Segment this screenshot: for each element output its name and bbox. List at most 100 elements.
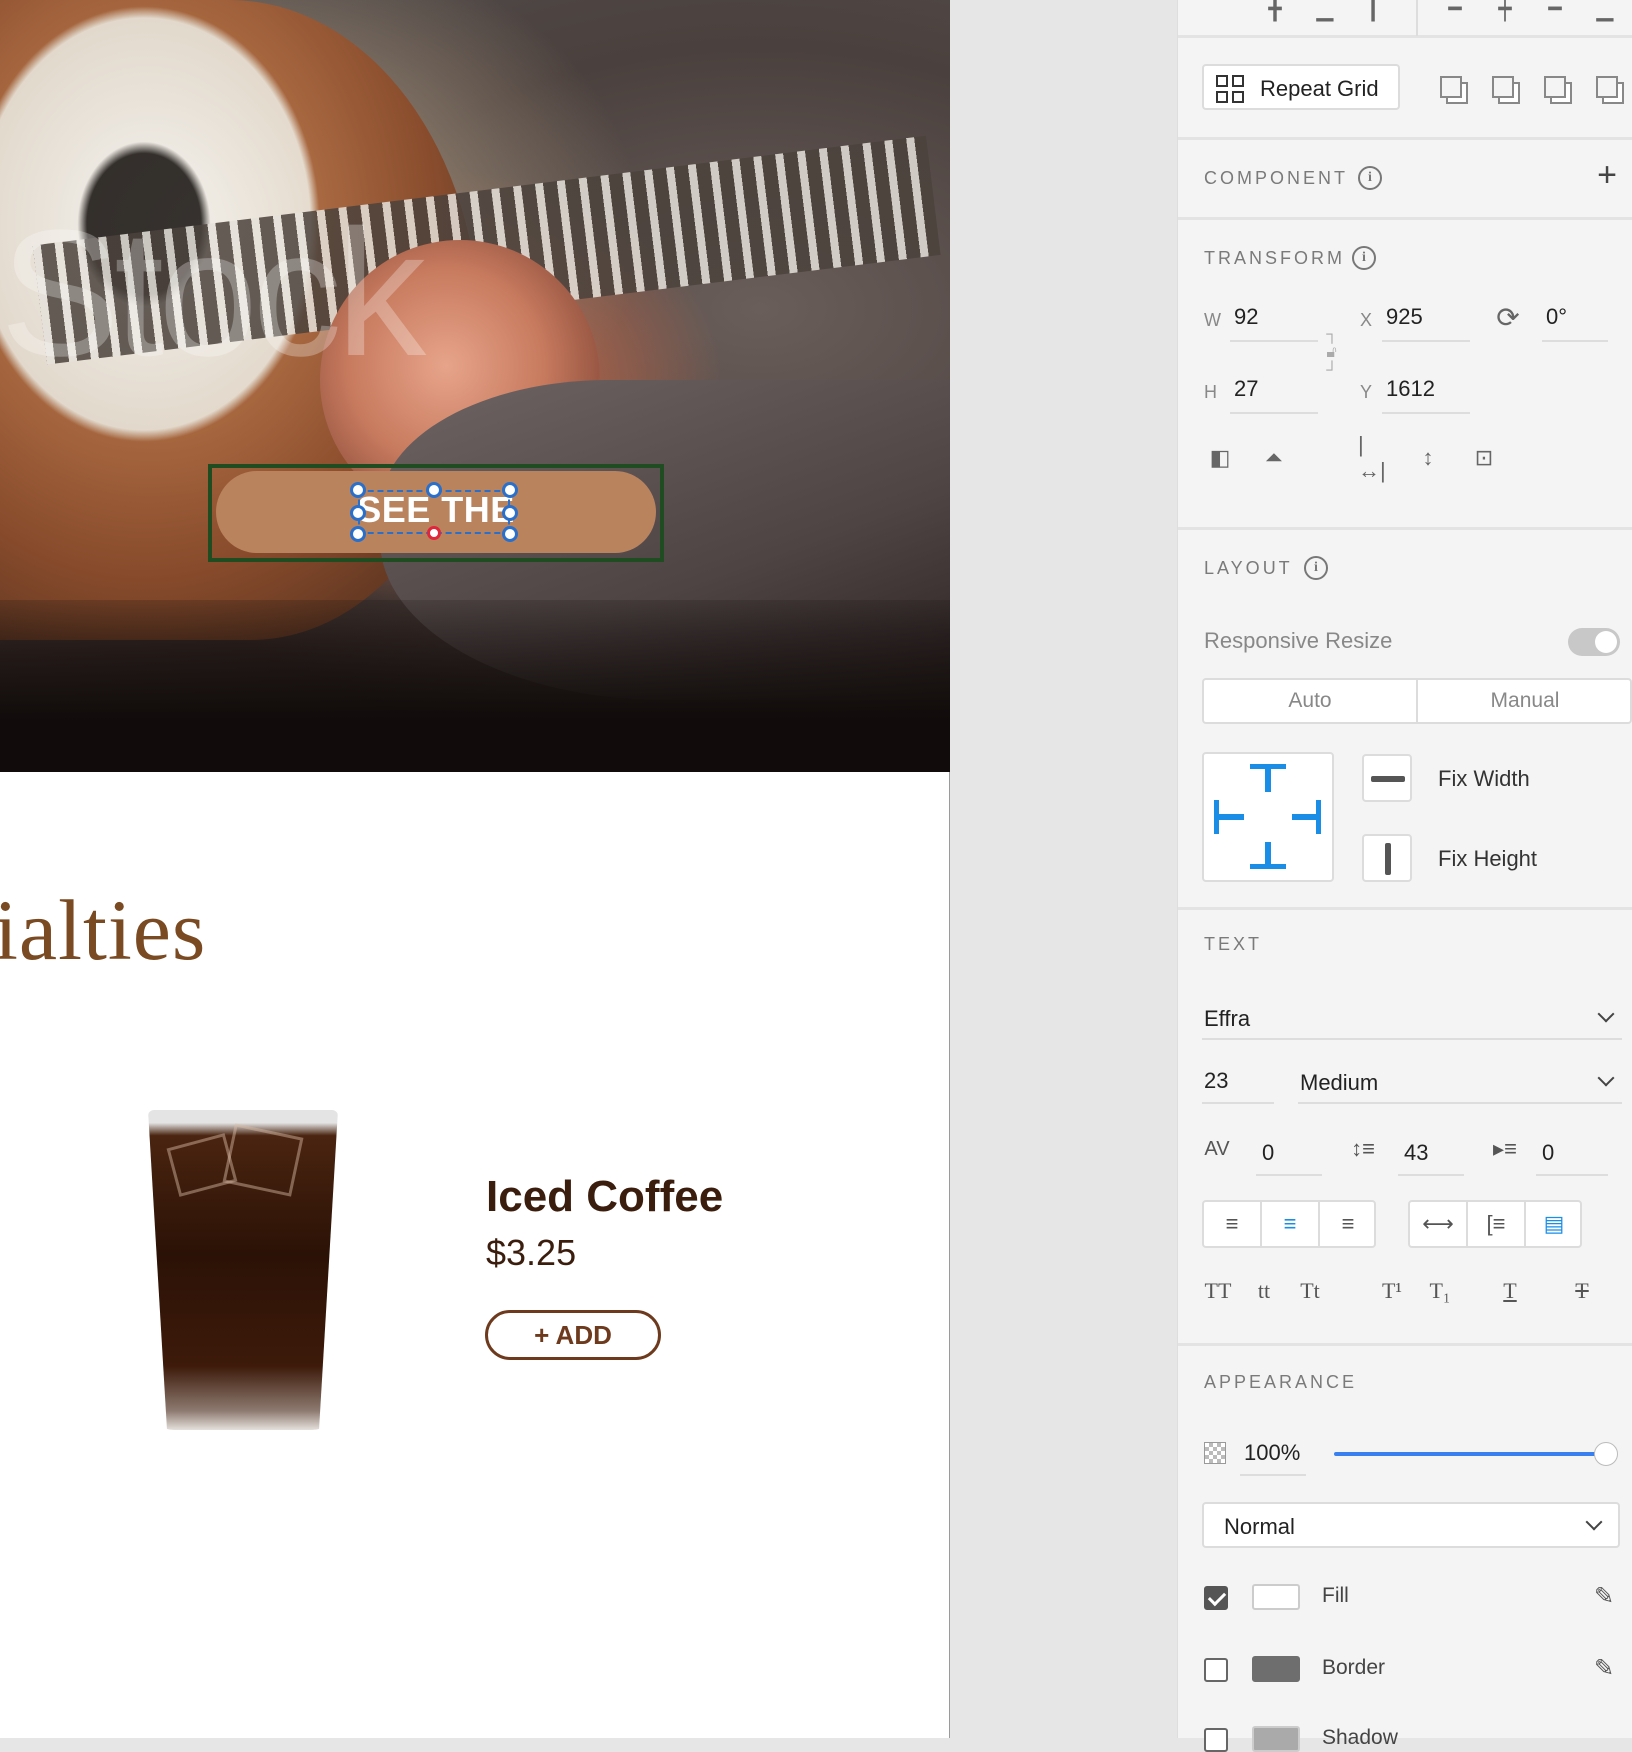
align-left-icon[interactable]: ━ xyxy=(1440,0,1470,21)
height-input[interactable]: 27 xyxy=(1234,376,1258,402)
fit-content-icon[interactable]: ⊡ xyxy=(1468,442,1500,474)
character-spacing-input[interactable]: 0 xyxy=(1262,1140,1274,1166)
resize-handle-right[interactable] xyxy=(502,505,518,521)
line-spacing-input[interactable]: 43 xyxy=(1404,1140,1428,1166)
design-canvas[interactable]: Stock SEE THE ialties Iced Coffee $3.25 … xyxy=(0,0,1177,1738)
align-center-icon[interactable]: ┿ xyxy=(1490,0,1520,21)
product-price[interactable]: $3.25 xyxy=(486,1232,576,1274)
repeat-grid-section: Repeat Grid xyxy=(1178,38,1632,140)
align-right-icon[interactable]: ━ xyxy=(1540,0,1570,21)
fill-checkbox[interactable] xyxy=(1204,1586,1228,1610)
baseline-handle[interactable] xyxy=(427,526,441,540)
distribute-spacing-v-icon[interactable]: ↕ xyxy=(1412,442,1444,474)
strikethrough-icon[interactable]: T xyxy=(1564,1274,1600,1308)
resize-handle-bottom-right[interactable] xyxy=(502,526,518,542)
opacity-slider-thumb[interactable] xyxy=(1594,1442,1618,1466)
opacity-slider[interactable] xyxy=(1334,1452,1604,1456)
distribute-spacing-h-icon[interactable]: |↔| xyxy=(1358,432,1390,483)
repeat-grid-button[interactable]: Repeat Grid xyxy=(1202,64,1400,110)
width-input[interactable]: 92 xyxy=(1234,304,1258,330)
fill-color-swatch[interactable] xyxy=(1252,1584,1300,1610)
align-bottom-icon[interactable]: ▁ xyxy=(1310,0,1340,21)
auto-width-icon[interactable]: ⟷ xyxy=(1410,1202,1468,1246)
resize-handle-top[interactable] xyxy=(426,482,442,498)
blend-mode-select[interactable]: Normal xyxy=(1202,1502,1620,1548)
underline-icon[interactable]: T xyxy=(1492,1274,1528,1308)
shadow-checkbox[interactable] xyxy=(1204,1728,1228,1752)
opacity-input[interactable]: 100% xyxy=(1244,1440,1300,1466)
hero-shadow xyxy=(0,600,950,772)
resize-handle-top-left[interactable] xyxy=(350,482,366,498)
boolean-intersect-icon[interactable] xyxy=(1540,72,1570,102)
boolean-exclude-icon[interactable] xyxy=(1592,72,1622,102)
chevron-down-icon[interactable] xyxy=(1597,1005,1615,1023)
font-size-underline xyxy=(1202,1102,1274,1104)
distribute-vertical-icon[interactable]: ┃ xyxy=(1358,0,1388,21)
resize-handle-left[interactable] xyxy=(350,505,366,521)
layout-title: LAYOUT xyxy=(1204,558,1293,578)
section-heading[interactable]: ialties xyxy=(0,880,206,980)
pin-constraints-widget[interactable] xyxy=(1202,752,1334,882)
border-label: Border xyxy=(1322,1656,1386,1679)
auto-height-icon[interactable]: [≡ xyxy=(1468,1202,1526,1246)
tab-auto[interactable]: Auto xyxy=(1204,680,1418,722)
product-name[interactable]: Iced Coffee xyxy=(486,1172,723,1222)
fixed-size-icon[interactable]: ▤ xyxy=(1526,1202,1582,1246)
fix-width-button[interactable] xyxy=(1362,754,1412,802)
fix-width-label: Fix Width xyxy=(1438,766,1530,791)
paragraph-spacing-input[interactable]: 0 xyxy=(1542,1140,1554,1166)
font-family-select[interactable]: Effra xyxy=(1204,1006,1250,1032)
chevron-down-icon[interactable] xyxy=(1597,1069,1615,1087)
align-toolbar: ▔ ╋ ▁ ┃ ━ ┿ ━ ▁ xyxy=(1178,0,1632,38)
artboard[interactable]: Stock SEE THE ialties Iced Coffee $3.25 … xyxy=(0,0,950,1738)
tab-manual[interactable]: Manual xyxy=(1418,680,1632,722)
add-to-cart-button[interactable]: + ADD xyxy=(485,1310,661,1360)
superscript-icon[interactable]: T¹ xyxy=(1374,1274,1410,1308)
y-label: Y xyxy=(1360,382,1373,402)
subscript-icon[interactable]: T₁ xyxy=(1422,1274,1458,1308)
align-left-text-icon[interactable]: ≡ xyxy=(1204,1202,1262,1246)
boolean-add-icon[interactable] xyxy=(1436,72,1466,102)
resize-mode-tabs: Auto Manual xyxy=(1202,678,1632,724)
shadow-label: Shadow xyxy=(1322,1726,1398,1749)
boolean-subtract-icon[interactable] xyxy=(1488,72,1518,102)
uppercase-icon[interactable]: TT xyxy=(1200,1274,1236,1308)
responsive-resize-toggle[interactable] xyxy=(1568,628,1620,656)
layout-section: LAYOUT i Responsive Resize Auto Manual F… xyxy=(1178,530,1632,910)
lock-aspect-icon[interactable]: ┐ 🔓︎ ┘ xyxy=(1322,308,1342,398)
transform-info-icon[interactable]: i xyxy=(1352,246,1376,270)
lowercase-icon[interactable]: tt xyxy=(1246,1274,1282,1308)
resize-handle-top-right[interactable] xyxy=(502,482,518,498)
eyedropper-icon[interactable]: ✎ xyxy=(1588,1580,1620,1612)
distribute-horizontal-icon[interactable]: ▁ xyxy=(1590,0,1620,21)
border-checkbox[interactable] xyxy=(1204,1658,1228,1682)
paragraph-spacing-underline xyxy=(1536,1174,1608,1176)
fix-height-button[interactable] xyxy=(1362,834,1412,882)
align-middle-icon[interactable]: ╋ xyxy=(1260,0,1290,21)
text-align-group: ≡ ≡ ≡ xyxy=(1202,1200,1376,1248)
flip-horizontal-icon[interactable]: ◧ xyxy=(1204,442,1236,474)
transform-section: TRANSFORM i W 92 ┐ 🔓︎ ┘ H 27 X 925 Y 1612 … xyxy=(1178,220,1632,530)
rotation-input[interactable]: 0° xyxy=(1546,304,1567,330)
border-color-swatch[interactable] xyxy=(1252,1656,1300,1682)
component-info-icon[interactable]: i xyxy=(1358,166,1382,190)
eyedropper-icon[interactable]: ✎ xyxy=(1588,1652,1620,1684)
align-top-icon[interactable]: ▔ xyxy=(1210,0,1240,21)
align-center-text-icon[interactable]: ≡ xyxy=(1262,1202,1320,1246)
x-input[interactable]: 925 xyxy=(1386,304,1423,330)
layout-info-icon[interactable]: i xyxy=(1304,556,1328,580)
hero-image[interactable]: Stock xyxy=(0,0,950,772)
shadow-color-swatch[interactable] xyxy=(1252,1726,1300,1752)
font-weight-select[interactable]: Medium xyxy=(1300,1070,1378,1096)
titlecase-icon[interactable]: Tt xyxy=(1292,1274,1328,1308)
flip-vertical-icon[interactable]: ⏶ xyxy=(1258,442,1290,474)
repeat-grid-label: Repeat Grid xyxy=(1260,76,1379,101)
responsive-resize-label: Responsive Resize xyxy=(1204,628,1393,653)
y-input[interactable]: 1612 xyxy=(1386,376,1435,402)
font-size-input[interactable]: 23 xyxy=(1204,1068,1228,1094)
align-right-text-icon[interactable]: ≡ xyxy=(1320,1202,1376,1246)
line-spacing-icon: ↕≡ xyxy=(1351,1136,1375,1161)
resize-handle-bottom-left[interactable] xyxy=(350,526,366,542)
text-title: TEXT xyxy=(1204,934,1263,954)
add-component-icon[interactable]: + xyxy=(1592,156,1622,194)
